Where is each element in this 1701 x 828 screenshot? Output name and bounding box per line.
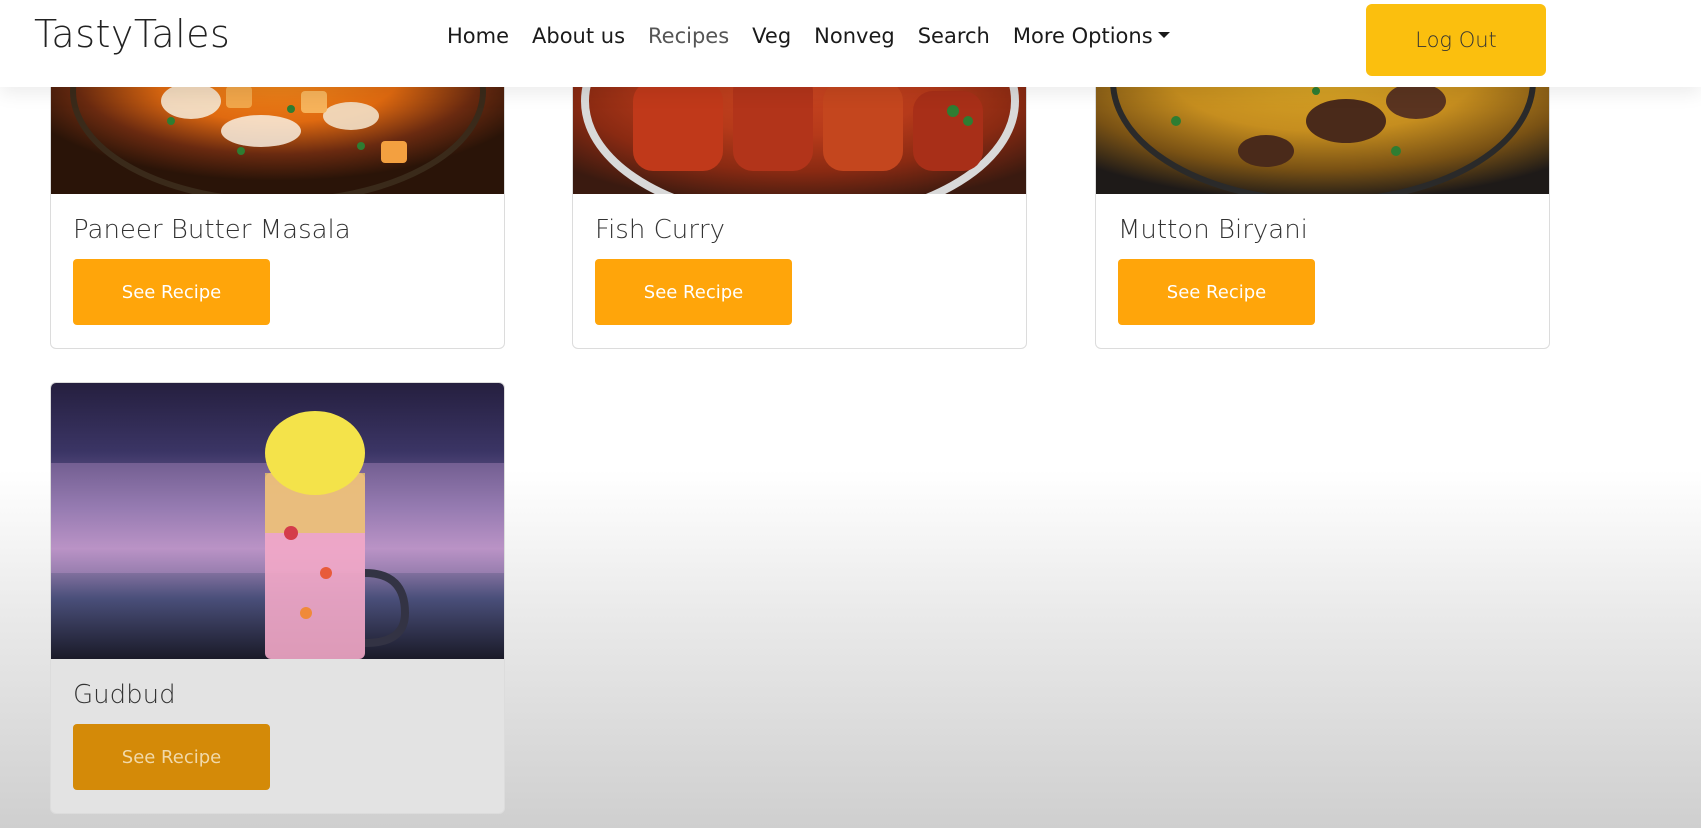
nav-nonveg[interactable]: Nonveg — [814, 24, 895, 48]
nav-more-options[interactable]: More Options — [1013, 24, 1170, 48]
navbar: TastyTales Home About us Recipes Veg Non… — [0, 0, 1701, 87]
logout-button[interactable]: Log Out — [1366, 4, 1546, 76]
nav-veg[interactable]: Veg — [752, 24, 791, 48]
recipe-card: Mutton Biryani See Recipe — [1095, 60, 1550, 349]
nav-recipes[interactable]: Recipes — [648, 24, 729, 48]
recipe-title: Mutton Biryani — [1118, 215, 1308, 245]
see-recipe-button[interactable]: See Recipe — [1118, 259, 1315, 325]
caret-down-icon — [1157, 32, 1170, 38]
food-illustration — [51, 411, 504, 659]
recipe-card: Paneer Butter Masala See Recipe — [50, 60, 505, 349]
recipe-card: Fish Curry See Recipe — [572, 60, 1027, 349]
brand-logo[interactable]: TastyTales — [34, 12, 230, 56]
see-recipe-button[interactable]: See Recipe — [73, 724, 270, 790]
recipe-card: Gudbud See Recipe — [50, 382, 505, 814]
nav-links: Home About us Recipes Veg Nonveg Search … — [447, 24, 1193, 48]
nav-search[interactable]: Search — [918, 24, 990, 48]
nav-more-options-label: More Options — [1012, 24, 1153, 48]
nav-about-us[interactable]: About us — [532, 24, 625, 48]
see-recipe-button[interactable]: See Recipe — [73, 259, 270, 325]
recipe-title: Fish Curry — [595, 215, 725, 245]
see-recipe-button[interactable]: See Recipe — [595, 259, 792, 325]
recipe-title: Paneer Butter Masala — [73, 215, 351, 245]
recipe-title: Gudbud — [73, 680, 176, 710]
nav-home[interactable]: Home — [447, 24, 509, 48]
gudbud-image — [51, 383, 504, 659]
